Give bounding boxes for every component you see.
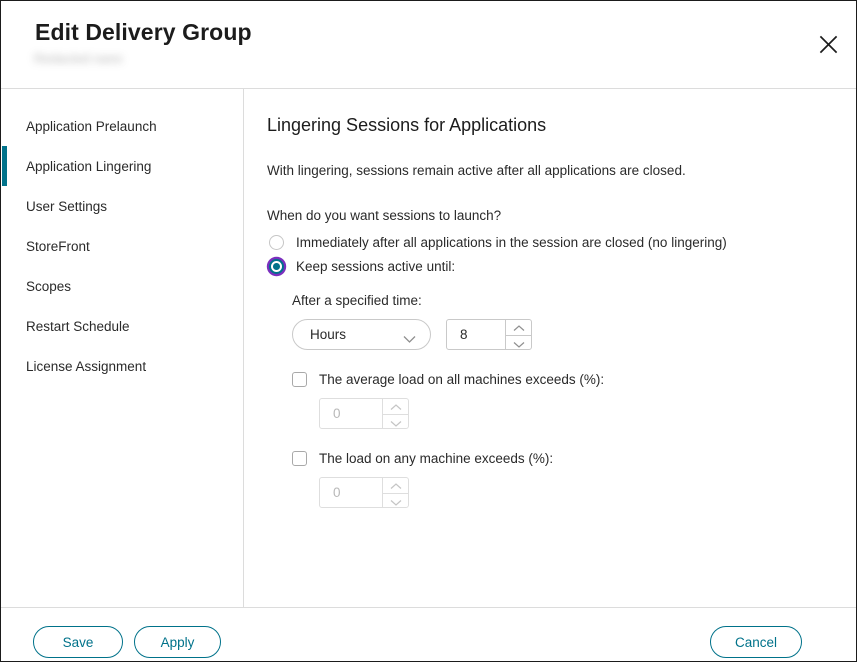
sidebar-item-application-prelaunch[interactable]: Application Prelaunch [1,106,243,146]
checkbox-average-load[interactable]: The average load on all machines exceeds… [292,372,856,387]
stepper-down-button[interactable] [383,414,408,430]
checkbox-any-machine-load[interactable]: The load on any machine exceeds (%): [292,451,856,466]
panel-description: With lingering, sessions remain active a… [267,163,686,178]
radio-icon-unselected [269,235,284,250]
chevron-up-icon [513,320,525,335]
dialog-header: Edit Delivery Group Redacted name [1,1,856,88]
chevron-down-icon [403,331,416,349]
sidebar-item-restart-schedule[interactable]: Restart Schedule [1,306,243,346]
sidebar-item-label: Application Prelaunch [26,118,157,134]
time-unit-select[interactable]: Hours [292,319,431,350]
radio-keep-sessions-active[interactable]: Keep sessions active until: [267,259,856,274]
stepper-down-button[interactable] [383,493,408,509]
radio-label: Keep sessions active until: [296,259,456,274]
stepper-up-button[interactable] [506,320,531,335]
lingering-options-group: After a specified time: Hours 8 The aver… [292,293,856,508]
any-machine-load-value: 0 [333,485,341,500]
main-panel: Lingering Sessions for Applications With… [244,89,856,607]
chevron-up-icon [390,478,402,493]
specified-time-row: Hours 8 [292,319,856,350]
dialog-body: Application Prelaunch Application Linger… [1,89,856,607]
radio-icon-selected [269,259,284,274]
dialog-footer: Save Apply Cancel [1,608,856,661]
save-button[interactable]: Save [33,626,123,658]
panel-question: When do you want sessions to launch? [267,208,502,223]
checkbox-label: The average load on all machines exceeds… [319,372,605,387]
stepper-up-button[interactable] [383,399,408,414]
dialog-subtitle-redacted: Redacted name [34,51,122,66]
cancel-button[interactable]: Cancel [710,626,802,658]
sidebar-item-scopes[interactable]: Scopes [1,266,243,306]
panel-title: Lingering Sessions for Applications [267,115,547,135]
chevron-up-icon [390,399,402,414]
close-button[interactable] [813,29,843,59]
specified-time-stepper [505,320,531,349]
any-machine-load-value-input[interactable]: 0 [319,477,409,508]
chevron-down-icon [513,336,525,351]
any-machine-load-row: 0 [319,477,856,508]
sidebar-item-label: Restart Schedule [26,318,130,334]
average-load-stepper [382,399,408,428]
average-load-value: 0 [333,406,341,421]
sidebar-item-label: User Settings [26,198,108,214]
checkbox-label: The load on any machine exceeds (%): [319,451,554,466]
checkbox-icon-unchecked [292,451,307,466]
stepper-up-button[interactable] [383,478,408,493]
sidebar-item-user-settings[interactable]: User Settings [1,186,243,226]
specified-time-label: After a specified time: [292,293,422,308]
sidebar-item-label: Application Lingering [26,158,152,174]
radio-immediately-after-close[interactable]: Immediately after all applications in th… [267,235,856,250]
specified-time-value: 8 [460,327,468,342]
specified-time-value-input[interactable]: 8 [446,319,532,350]
chevron-down-icon [390,415,402,430]
sidebar-item-storefront[interactable]: StoreFront [1,226,243,266]
sidebar-item-application-lingering[interactable]: Application Lingering [1,146,243,186]
average-load-value-input[interactable]: 0 [319,398,409,429]
page-title: Edit Delivery Group [35,19,252,45]
close-icon [819,35,838,54]
average-load-row: 0 [319,398,856,429]
sidebar-item-license-assignment[interactable]: License Assignment [1,346,243,386]
sidebar-item-label: License Assignment [26,358,147,374]
any-machine-load-stepper [382,478,408,507]
apply-button[interactable]: Apply [134,626,221,658]
chevron-down-icon [390,494,402,509]
sidebar-nav: Application Prelaunch Application Linger… [1,89,243,607]
sidebar-item-label: StoreFront [26,238,90,254]
edit-delivery-group-dialog: Edit Delivery Group Redacted name Applic… [0,0,857,662]
sidebar-item-label: Scopes [26,278,72,294]
radio-label: Immediately after all applications in th… [296,235,727,250]
checkbox-icon-unchecked [292,372,307,387]
stepper-down-button[interactable] [506,335,531,351]
time-unit-select-value: Hours [310,327,347,342]
